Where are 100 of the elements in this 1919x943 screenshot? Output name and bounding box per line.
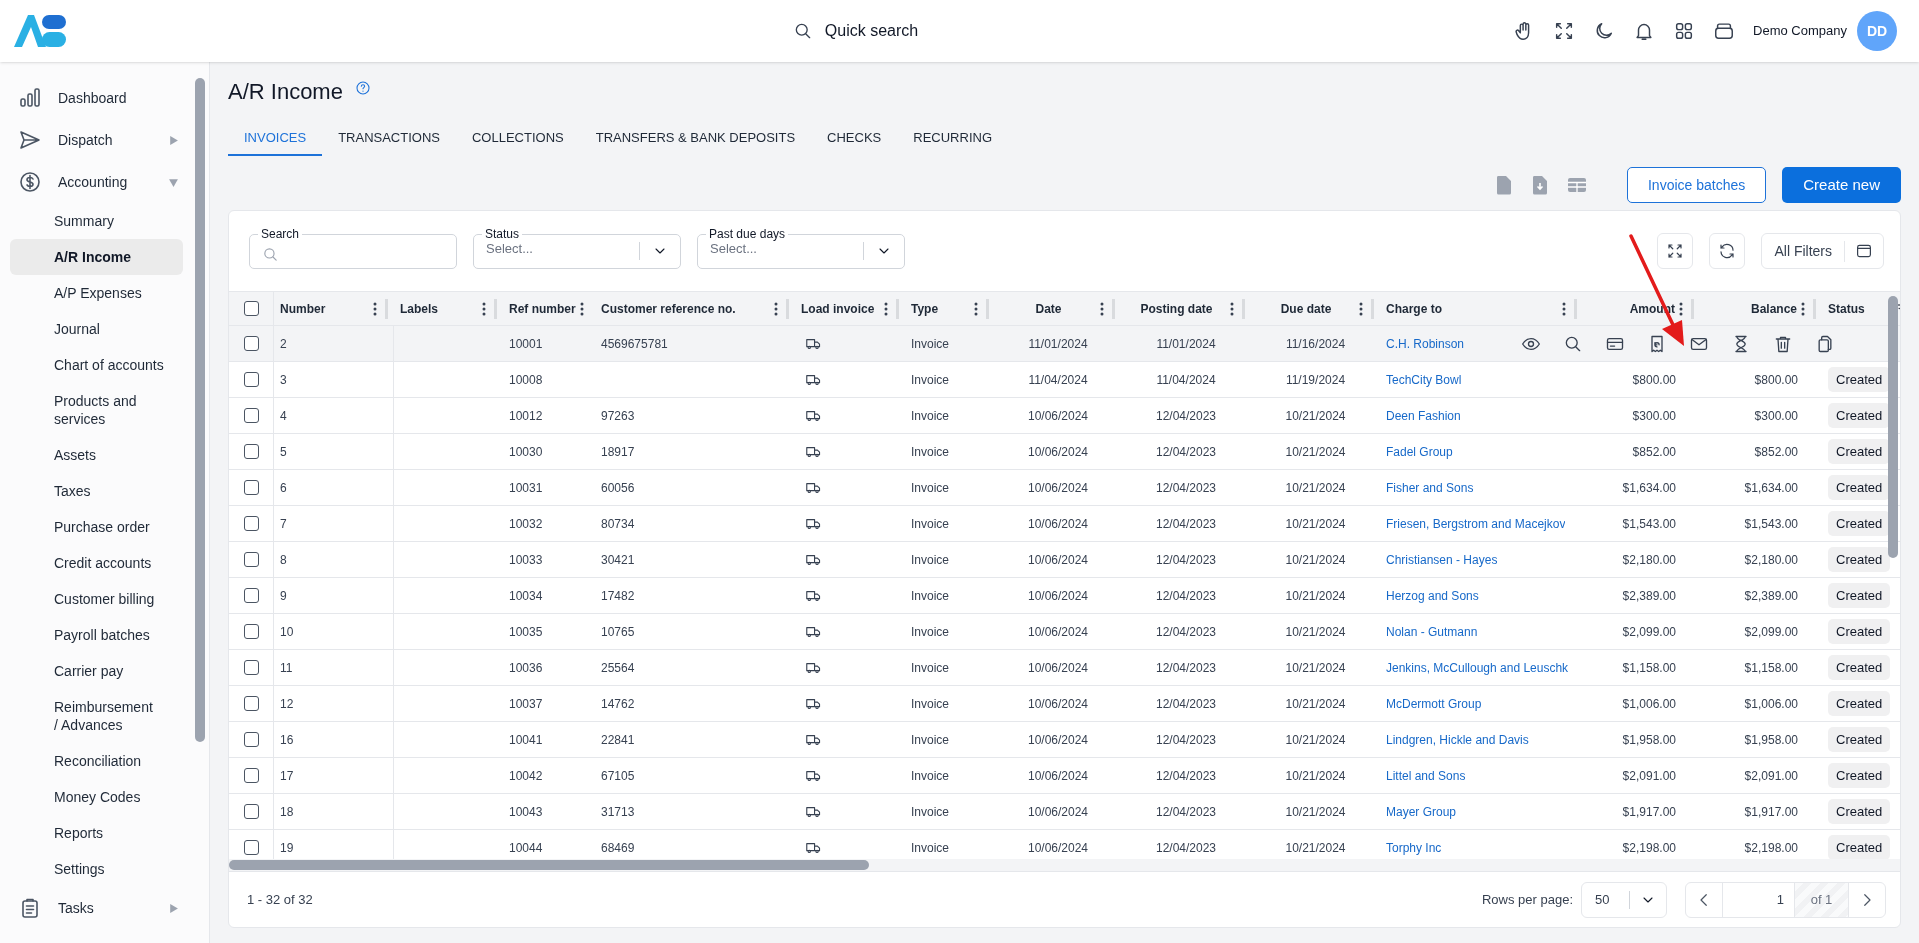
row-checkbox[interactable] <box>243 696 259 711</box>
customer-link[interactable]: C.H. Robinson <box>1386 334 1465 353</box>
table-row[interactable]: 17 10042 67105 Invoice 10/06/2024 12/04/2023 10/21/2024 Littel and Sons $2,091.00 $2,091.00 Created <box>229 758 1900 794</box>
column-header[interactable]: Posting date <box>1127 299 1226 318</box>
scrollbar-thumb[interactable] <box>195 78 205 742</box>
tab[interactable]: INVOICES <box>228 122 323 156</box>
column-menu-icon[interactable] <box>974 300 978 317</box>
refresh-button[interactable] <box>1709 233 1746 269</box>
column-header[interactable]: Status <box>1828 299 1880 318</box>
customer-link[interactable]: Torphy Inc <box>1386 838 1442 857</box>
scrollbar-thumb[interactable] <box>229 860 869 870</box>
table-row[interactable]: 16 10041 22841 Invoice 10/06/2024 12/04/2023 10/21/2024 Lindgren, Hickle and Davis $1,958.00 $1,958.00 Created <box>229 722 1900 758</box>
sidebar-subitem[interactable]: A/P Expenses <box>10 275 183 311</box>
fullscreen-button[interactable] <box>1657 233 1694 269</box>
help-icon[interactable] <box>354 80 371 96</box>
column-menu-icon[interactable] <box>1100 300 1104 317</box>
row-checkbox[interactable] <box>243 840 259 855</box>
sidebar-item[interactable]: Dispatch <box>0 119 209 161</box>
column-header[interactable]: Type <box>911 299 970 318</box>
row-checkbox[interactable] <box>243 372 259 387</box>
table-row[interactable]: 10 10035 10765 Invoice 10/06/2024 12/04/2023 10/21/2024 Nolan - Gutmann $2,099.00 $2,099.00 Created <box>229 614 1900 650</box>
column-menu-icon[interactable] <box>774 300 778 317</box>
table-row[interactable]: 6 10031 60056 Invoice 10/06/2024 12/04/2023 10/21/2024 Fisher and Sons $1,634.00 $1,634.00 Created <box>229 470 1900 506</box>
column-menu-icon[interactable] <box>482 300 486 317</box>
create-new-button[interactable]: Create new <box>1782 167 1901 203</box>
sidebar-subitem[interactable]: Money Codes <box>10 779 183 815</box>
customer-link[interactable]: Fisher and Sons <box>1386 478 1474 497</box>
column-header[interactable]: Date <box>1001 299 1096 318</box>
column-menu-icon[interactable] <box>373 300 377 317</box>
row-checkbox[interactable] <box>243 336 259 351</box>
scrollbar-thumb[interactable] <box>1888 296 1898 558</box>
table-row[interactable]: 3 10008 Invoice 11/04/2024 11/04/2024 11/19/2024 TechCity Bowl $800.00 $800.00 Created <box>229 362 1900 398</box>
column-menu-icon[interactable] <box>579 300 584 317</box>
table-row[interactable]: 9 10034 17482 Invoice 10/06/2024 12/04/2023 10/21/2024 Herzog and Sons $2,389.00 $2,389.00 Created <box>229 578 1900 614</box>
table-row[interactable]: 7 10032 80734 Invoice 10/06/2024 12/04/2023 10/21/2024 Friesen, Bergstrom and Macejkov $1,543.00 $1,543.00 Created <box>229 506 1900 542</box>
table-row[interactable]: 8 10033 30421 Invoice 10/06/2024 12/04/2023 10/21/2024 Christiansen - Hayes $2,180.00 $2,180.00 Created <box>229 542 1900 578</box>
column-header[interactable]: Number <box>280 299 369 318</box>
column-header[interactable]: Customer reference no. <box>601 299 770 318</box>
sidebar-subitem[interactable]: Payroll batches <box>10 617 183 653</box>
sidebar-item[interactable]: Accounting <box>0 161 209 203</box>
sidebar-subitem[interactable]: Taxes <box>10 473 183 509</box>
column-header[interactable]: Balance <box>1750 299 1797 318</box>
customer-link[interactable]: TechCity Bowl <box>1386 370 1462 389</box>
customer-link[interactable]: Fadel Group <box>1386 442 1453 461</box>
column-menu-icon[interactable] <box>1801 300 1805 317</box>
row-checkbox[interactable] <box>243 444 259 459</box>
sidebar-subitem[interactable]: Products and services <box>10 383 183 437</box>
row-checkbox[interactable] <box>243 804 259 819</box>
tab[interactable]: TRANSACTIONS <box>322 122 456 156</box>
customer-link[interactable]: Deen Fashion <box>1386 406 1461 425</box>
column-header[interactable]: Load invoice <box>801 299 880 318</box>
sidebar-item[interactable]: Dashboard <box>0 77 209 119</box>
sidebar-subitem[interactable]: Purchase order <box>10 509 183 545</box>
table-row[interactable]: 2 10001 4569675781 Invoice 11/01/2024 11/01/2024 11/16/2024 C.H. Robinson <box>229 326 1900 362</box>
rows-per-page-select[interactable]: 50 <box>1581 881 1667 918</box>
table-row[interactable]: 11 10036 25564 Invoice 10/06/2024 12/04/2023 10/21/2024 Jenkins, McCullough and Leuschk $1,158.00 $1,158.00 Created <box>229 650 1900 686</box>
row-checkbox[interactable] <box>243 588 259 603</box>
select-all-checkbox[interactable] <box>243 301 259 316</box>
table-row[interactable]: 12 10037 14762 Invoice 10/06/2024 12/04/2023 10/21/2024 McDermott Group $1,006.00 $1,006.00 Created <box>229 686 1900 722</box>
row-checkbox[interactable] <box>243 624 259 639</box>
wallet-icon[interactable] <box>1713 20 1736 42</box>
sidebar-subitem[interactable]: Summary <box>10 203 183 239</box>
column-header[interactable]: Labels <box>400 299 478 318</box>
table-row[interactable]: 4 10012 97263 Invoice 10/06/2024 12/04/2023 10/21/2024 Deen Fashion $300.00 $300.00 Created <box>229 398 1900 434</box>
sidebar-item[interactable]: Tasks <box>0 887 209 929</box>
table-row[interactable]: 18 10043 31713 Invoice 10/06/2024 12/04/2023 10/21/2024 Mayer Group $1,917.00 $1,917.00 Created <box>229 794 1900 830</box>
company-name[interactable]: Demo Company <box>1753 21 1847 41</box>
row-checkbox[interactable] <box>243 552 259 567</box>
column-header[interactable]: Ref number <box>509 299 576 318</box>
sidebar-subitem[interactable]: A/R Income <box>10 239 183 275</box>
quick-search-button[interactable]: Quick search <box>792 19 919 43</box>
calendar-icon[interactable] <box>1855 242 1873 260</box>
sidebar-subitem[interactable]: Chart of accounts <box>10 347 183 383</box>
tab[interactable]: RECURRING <box>897 122 1008 156</box>
row-checkbox[interactable] <box>243 408 259 423</box>
customer-link[interactable]: Jenkins, McCullough and Leuschk <box>1386 658 1569 677</box>
column-menu-icon[interactable] <box>1679 300 1683 317</box>
customer-link[interactable]: Christiansen - Hayes <box>1386 550 1498 569</box>
customer-link[interactable]: Littel and Sons <box>1386 766 1466 785</box>
row-checkbox[interactable] <box>243 516 259 531</box>
customer-link[interactable]: Friesen, Bergstrom and Macejkov <box>1386 514 1566 533</box>
row-checkbox[interactable] <box>243 480 259 495</box>
row-checkbox[interactable] <box>243 660 259 675</box>
sidebar-subitem[interactable]: Credit accounts <box>10 545 183 581</box>
column-menu-icon[interactable] <box>884 300 888 317</box>
column-menu-icon[interactable] <box>1562 300 1566 317</box>
row-checkbox[interactable] <box>243 732 259 747</box>
sidebar-subitem[interactable]: Reconciliation <box>10 743 183 779</box>
logo-icon[interactable] <box>12 13 68 49</box>
sidebar-subitem[interactable]: Settings <box>10 851 183 887</box>
customer-link[interactable]: Nolan - Gutmann <box>1386 622 1478 641</box>
sidebar-subitem[interactable]: Reimbursement / Advances <box>10 689 183 743</box>
tab[interactable]: COLLECTIONS <box>455 122 580 156</box>
sidebar-subitem[interactable]: Customer billing <box>10 581 183 617</box>
customer-link[interactable]: Herzog and Sons <box>1386 586 1479 605</box>
sidebar-subitem[interactable]: Reports <box>10 815 183 851</box>
all-filters-control[interactable]: All Filters <box>1761 233 1884 269</box>
sidebar-subitem[interactable]: Journal <box>10 311 183 347</box>
column-header[interactable]: Charge to <box>1386 299 1558 318</box>
column-menu-icon[interactable] <box>1230 300 1234 317</box>
